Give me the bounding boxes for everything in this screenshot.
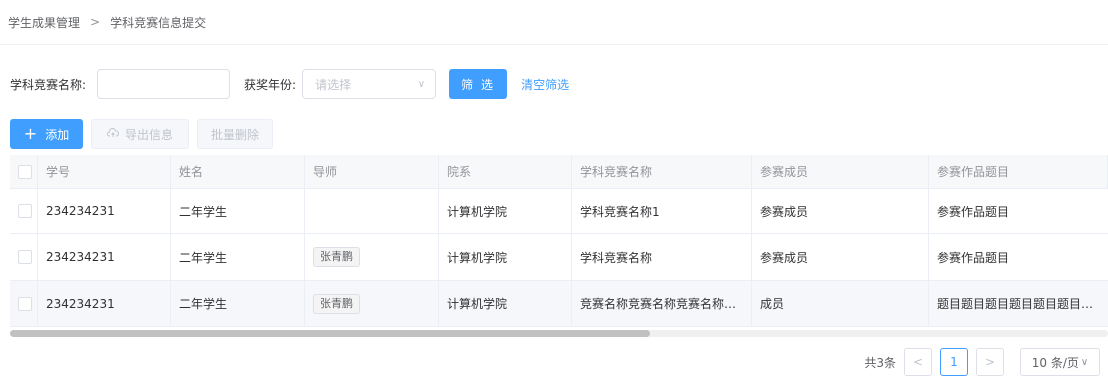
work-title-cell: 参赛作品题目 bbox=[937, 204, 1010, 219]
page-size-value: 10 条/页 bbox=[1031, 355, 1079, 370]
column-header[interactable]: 姓名 bbox=[171, 155, 305, 188]
student-name-cell: 二年学生 bbox=[171, 234, 305, 280]
row-select-cell bbox=[10, 189, 38, 233]
row-select-cell bbox=[10, 234, 38, 280]
student-id-cell: 234234231 bbox=[38, 189, 171, 233]
competition-cell: 竞赛名称竞赛名称竞赛名称竞... bbox=[572, 281, 752, 326]
breadcrumb: 学生成果管理 > 学科竞赛信息提交 bbox=[8, 12, 206, 32]
department-cell: 计算机学院 bbox=[439, 189, 572, 233]
batch-delete-button[interactable]: 批量删除 bbox=[197, 119, 273, 149]
advisor-cell: 张青鹏 bbox=[305, 234, 439, 280]
column-header[interactable]: 院系 bbox=[439, 155, 572, 188]
cloud-upload-icon bbox=[107, 127, 120, 141]
add-button[interactable]: + 添加 bbox=[10, 119, 83, 149]
student-id-cell: 234234231 bbox=[38, 281, 171, 326]
table-row[interactable]: 234234231 二年学生 张青鹏 计算机学院 竞赛名称竞赛名称竞赛名称竞..… bbox=[10, 281, 1108, 327]
scrollbar-thumb[interactable] bbox=[10, 330, 650, 337]
breadcrumb-separator: > bbox=[90, 15, 101, 29]
column-header[interactable]: 参赛作品题目 bbox=[929, 155, 1108, 188]
student-name-cell: 二年学生 bbox=[171, 281, 305, 326]
competition-name-label: 学科竞赛名称: bbox=[10, 77, 87, 92]
award-year-placeholder: 请选择 bbox=[315, 77, 352, 92]
next-page-button[interactable]: > bbox=[976, 348, 1004, 376]
horizontal-scrollbar[interactable] bbox=[10, 330, 1108, 337]
row-select-cell bbox=[10, 281, 38, 326]
pagination: 共3条 < 1 > 10 条/页 ∨ bbox=[864, 348, 1100, 376]
data-table: 学号 姓名 导师 院系 学科竞赛名称 参赛成员 参赛作品题目 234234231… bbox=[10, 155, 1108, 338]
plus-icon: + bbox=[23, 124, 38, 143]
advisor-cell: 张青鹏 bbox=[305, 281, 439, 326]
page-number-button[interactable]: 1 bbox=[940, 348, 968, 376]
prev-page-button[interactable]: < bbox=[904, 348, 932, 376]
breadcrumb-root[interactable]: 学生成果管理 bbox=[8, 14, 80, 31]
filter-bar: 学科竞赛名称: 获奖年份: 请选择 ∨ 筛 选 清空筛选 bbox=[10, 69, 569, 99]
table-row[interactable]: 234234231 二年学生 计算机学院 学科竞赛名称1 参赛成员 参赛作品题目 bbox=[10, 189, 1108, 234]
export-button[interactable]: 导出信息 bbox=[91, 119, 189, 149]
advisor-tag: 张青鹏 bbox=[313, 247, 360, 267]
competition-name-input[interactable] bbox=[97, 69, 231, 99]
work-title-cell: 参赛作品题目 bbox=[937, 250, 1010, 265]
column-header[interactable]: 学号 bbox=[38, 155, 171, 188]
row-checkbox[interactable] bbox=[18, 250, 32, 264]
select-all-checkbox[interactable] bbox=[18, 164, 32, 179]
header-select-cell bbox=[10, 155, 38, 188]
column-header[interactable]: 学科竞赛名称 bbox=[572, 155, 752, 188]
table-row[interactable]: 234234231 二年学生 张青鹏 计算机学院 学科竞赛名称 参赛成员 参赛作… bbox=[10, 234, 1108, 281]
advisor-cell bbox=[305, 189, 439, 233]
competition-cell: 学科竞赛名称 bbox=[572, 234, 752, 280]
action-bar: + 添加 导出信息 批量删除 bbox=[10, 119, 273, 149]
members-cell: 参赛成员 bbox=[752, 189, 929, 233]
competition-text: 竞赛名称竞赛名称竞赛名称竞... bbox=[580, 297, 745, 311]
student-id-cell: 234234231 bbox=[38, 234, 171, 280]
chevron-right-icon: > bbox=[984, 355, 996, 369]
work-title-cell: 题目题目题目题目题目题目题... bbox=[929, 281, 1108, 326]
chevron-down-icon: ∨ bbox=[1080, 356, 1089, 368]
page-size-select[interactable]: 10 条/页 ∨ bbox=[1020, 348, 1100, 376]
competition-cell: 学科竞赛名称1 bbox=[572, 189, 752, 233]
advisor-tag: 张青鹏 bbox=[313, 293, 360, 314]
department-cell: 计算机学院 bbox=[439, 234, 572, 280]
clear-filter-link[interactable]: 清空筛选 bbox=[521, 76, 569, 93]
total-count: 共3条 bbox=[864, 355, 896, 370]
row-checkbox[interactable] bbox=[18, 204, 32, 218]
chevron-down-icon: ∨ bbox=[417, 78, 426, 90]
export-button-label: 导出信息 bbox=[124, 127, 173, 142]
breadcrumb-current: 学科竞赛信息提交 bbox=[110, 15, 207, 30]
add-button-label: 添加 bbox=[45, 127, 70, 142]
row-checkbox[interactable] bbox=[18, 296, 32, 311]
student-name-cell: 二年学生 bbox=[171, 189, 305, 233]
members-cell: 成员 bbox=[752, 281, 929, 326]
award-year-select[interactable]: 请选择 ∨ bbox=[302, 69, 437, 99]
column-header[interactable]: 参赛成员 bbox=[752, 155, 929, 188]
members-cell: 参赛成员 bbox=[752, 234, 929, 280]
work-title-text: 题目题目题目题目题目题目题... bbox=[937, 297, 1097, 311]
department-cell: 计算机学院 bbox=[439, 281, 572, 326]
chevron-left-icon: < bbox=[912, 355, 924, 369]
header-divider bbox=[0, 44, 1108, 45]
filter-button[interactable]: 筛 选 bbox=[449, 69, 508, 99]
column-header[interactable]: 导师 bbox=[305, 155, 439, 188]
award-year-label: 获奖年份: bbox=[244, 77, 297, 92]
table-header: 学号 姓名 导师 院系 学科竞赛名称 参赛成员 参赛作品题目 bbox=[10, 155, 1108, 189]
